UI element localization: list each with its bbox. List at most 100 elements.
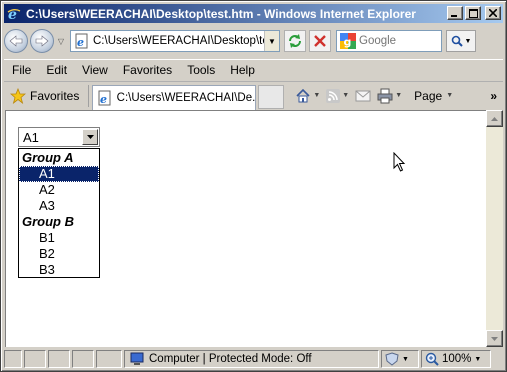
status-bar: Computer | Protected Mode: Off ▼ 100% ▼ — [4, 349, 503, 369]
print-dropdown-icon[interactable]: ▼ — [395, 92, 402, 99]
menu-view[interactable]: View — [74, 63, 115, 77]
scroll-down-button[interactable] — [486, 330, 503, 347]
mouse-cursor-icon — [393, 152, 406, 172]
title-bar[interactable]: e C:\Users\WEERACHAI\Desktop\test.htm - … — [4, 4, 503, 23]
arrow-up-icon — [491, 116, 498, 121]
forward-button[interactable] — [30, 29, 54, 53]
security-zone[interactable]: Computer | Protected Mode: Off — [124, 350, 379, 368]
option-b3[interactable]: B3 — [19, 262, 99, 278]
refresh-button[interactable] — [284, 30, 306, 52]
minimize-icon — [451, 15, 457, 17]
menu-edit[interactable]: Edit — [38, 63, 74, 77]
option-a1[interactable]: A1 — [19, 166, 99, 182]
page-icon: e — [75, 33, 88, 49]
zoom-button[interactable]: 100% ▼ — [421, 350, 491, 368]
svg-text:e: e — [100, 93, 107, 106]
dropdown-icon: ▼ — [474, 355, 482, 363]
google-icon: g — [340, 33, 356, 49]
address-url[interactable]: C:\Users\WEERACHAI\Desktop\test.htm — [93, 35, 264, 47]
ie-logo-icon: e — [6, 6, 22, 22]
chevron-down-icon — [86, 135, 94, 139]
optgroup-label: Group B — [22, 214, 74, 229]
tab-toolbar: Favorites e C:\Users\WEERACHAI\De... ▼ ▼… — [4, 81, 503, 110]
minimize-button[interactable] — [447, 6, 463, 20]
status-cell — [96, 350, 122, 368]
select-dropdown-button[interactable] — [82, 129, 98, 145]
status-cell — [4, 350, 22, 368]
back-arrow-icon — [9, 35, 23, 47]
address-bar[interactable]: e C:\Users\WEERACHAI\Desktop\test.htm ▼ — [70, 30, 280, 52]
browser-window: e C:\Users\WEERACHAI\Desktop\test.htm - … — [0, 0, 507, 372]
page-dropdown-icon: ▼ — [446, 92, 454, 99]
zoom-level: 100% — [442, 353, 472, 365]
address-toolbar: ▽ e C:\Users\WEERACHAI\Desktop\test.htm … — [4, 25, 503, 57]
page-label: Page — [414, 88, 443, 103]
rss-icon — [326, 88, 341, 103]
menu-file[interactable]: File — [4, 63, 38, 77]
favorites-button[interactable]: Favorites — [4, 84, 85, 108]
menu-bar: File Edit View Favorites Tools Help — [4, 59, 503, 79]
window-title: C:\Users\WEERACHAI\Desktop\test.htm - Wi… — [26, 6, 416, 21]
dropdown-icon: ▼ — [402, 355, 409, 363]
select-current-value: A1 — [23, 129, 39, 145]
menu-tools[interactable]: Tools — [179, 63, 222, 77]
search-input[interactable] — [359, 35, 439, 47]
popup-blocker-button[interactable]: ▼ — [381, 350, 419, 368]
close-icon — [489, 9, 497, 17]
new-tab-button[interactable] — [258, 85, 285, 109]
maximize-icon — [468, 8, 478, 18]
close-button[interactable] — [485, 6, 501, 20]
separator — [88, 84, 90, 107]
vertical-scrollbar[interactable] — [486, 110, 503, 347]
search-button[interactable]: ▼ — [446, 30, 476, 52]
status-cell — [24, 350, 46, 368]
page-icon: e — [98, 90, 111, 106]
history-dropdown-icon[interactable]: ▽ — [56, 37, 66, 46]
mail-icon — [355, 90, 371, 101]
toolbar-overflow-chevron[interactable]: » — [490, 89, 497, 103]
maximize-button[interactable] — [465, 6, 481, 20]
option-a2[interactable]: A2 — [19, 182, 99, 198]
home-dropdown-icon[interactable]: ▼ — [313, 92, 320, 99]
favorites-label: Favorites — [30, 88, 80, 103]
stop-icon — [314, 35, 326, 47]
star-icon — [10, 87, 26, 104]
svg-text:e: e — [77, 36, 84, 49]
page-menu-button[interactable]: Page ▼ — [411, 84, 456, 108]
option-b2[interactable]: B2 — [19, 246, 99, 262]
menu-favorites[interactable]: Favorites — [115, 63, 179, 77]
tab-title: C:\Users\WEERACHAI\De... — [116, 91, 256, 104]
status-cell — [48, 350, 70, 368]
home-button[interactable]: ▼ — [292, 84, 323, 108]
back-button[interactable] — [4, 29, 28, 53]
page-content: A1 Group A A1 A2 A3 Group B B1 B2 B3 — [5, 110, 486, 347]
printer-icon — [377, 88, 393, 103]
print-button[interactable]: ▼ — [374, 84, 405, 108]
arrow-down-icon — [491, 336, 498, 341]
search-box[interactable]: g — [336, 30, 442, 52]
option-a3[interactable]: A3 — [19, 198, 99, 214]
refresh-icon — [289, 34, 301, 48]
zone-text: Computer | Protected Mode: Off — [149, 353, 312, 365]
status-cell — [72, 350, 94, 368]
tab-test-htm[interactable]: e C:\Users\WEERACHAI\De... — [92, 84, 257, 110]
scroll-up-button[interactable] — [486, 110, 503, 127]
menu-help[interactable]: Help — [222, 63, 262, 77]
option-b1[interactable]: B1 — [19, 230, 99, 246]
zoom-icon — [425, 352, 439, 366]
shield-icon — [385, 352, 399, 366]
home-icon — [296, 88, 310, 102]
mail-button[interactable] — [352, 84, 374, 108]
feeds-dropdown-icon[interactable]: ▼ — [342, 92, 349, 99]
select-dropdown-list: Group A A1 A2 A3 Group B B1 B2 B3 — [18, 148, 100, 278]
magnifier-icon — [451, 35, 463, 47]
forward-arrow-icon — [35, 35, 49, 47]
group-select[interactable]: A1 — [18, 127, 100, 147]
stop-button[interactable] — [309, 30, 331, 52]
optgroup-label: Group A — [22, 150, 74, 165]
computer-icon — [130, 352, 144, 365]
search-dropdown-icon[interactable]: ▼ — [465, 38, 472, 45]
svg-text:g: g — [344, 36, 352, 49]
feeds-button[interactable]: ▼ — [323, 84, 352, 108]
address-dropdown-icon[interactable]: ▼ — [264, 31, 279, 51]
